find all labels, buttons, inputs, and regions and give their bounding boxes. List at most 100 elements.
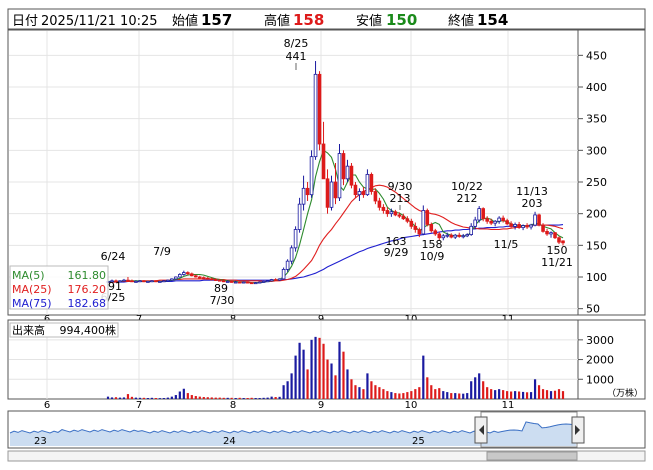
volume-bar bbox=[278, 396, 281, 399]
candle-body bbox=[285, 260, 290, 270]
ma5-value: 161.80 bbox=[68, 269, 107, 282]
candle-body bbox=[357, 191, 362, 196]
candle-body bbox=[166, 279, 170, 282]
candle-body bbox=[449, 234, 454, 238]
candle-body bbox=[198, 276, 202, 279]
price-tick-label: 50 bbox=[586, 303, 600, 316]
candle-body bbox=[397, 214, 402, 217]
candle-body bbox=[401, 215, 406, 220]
price-annotation: 441 bbox=[286, 50, 307, 63]
volume-bar bbox=[422, 355, 425, 399]
volume-bar bbox=[322, 343, 325, 399]
volume-bar bbox=[202, 397, 205, 399]
volume-month-tick-label: 11 bbox=[502, 400, 515, 411]
volume-bar bbox=[166, 397, 169, 399]
volume-bar bbox=[466, 393, 469, 399]
price-annotation: 10/9 bbox=[420, 250, 445, 263]
volume-bar bbox=[350, 379, 353, 399]
stock-chart: 日付 2025/11/21 10:25 始値 157 高値 158 安値 150… bbox=[7, 8, 646, 462]
candle-body bbox=[425, 210, 430, 225]
volume-bar bbox=[474, 377, 477, 399]
volume-bar bbox=[222, 397, 225, 399]
candle-body bbox=[150, 280, 154, 283]
header-high-label: 高値 bbox=[264, 13, 290, 29]
candle-body bbox=[537, 214, 541, 226]
candle-body bbox=[493, 220, 497, 224]
volume-bar bbox=[214, 397, 217, 399]
volume-bar bbox=[238, 397, 241, 399]
candle-body bbox=[293, 229, 298, 249]
volume-tick-label: 3000 bbox=[586, 334, 614, 347]
price-tick-label: 300 bbox=[586, 144, 607, 157]
volume-bar bbox=[402, 393, 405, 399]
candle-body bbox=[201, 277, 206, 280]
candle-body bbox=[329, 181, 334, 208]
volume-bar bbox=[186, 393, 189, 399]
ma25-value: 176.20 bbox=[68, 283, 107, 296]
volume-bar bbox=[541, 389, 545, 399]
volume-bar bbox=[306, 369, 309, 399]
candle-body bbox=[313, 73, 318, 158]
volume-bar bbox=[517, 391, 521, 399]
price-annotation: 203 bbox=[522, 197, 543, 210]
candle-body bbox=[405, 218, 410, 222]
header-close-label: 終値 bbox=[448, 13, 474, 29]
volume-bar bbox=[334, 375, 337, 399]
candle-body bbox=[481, 208, 485, 220]
volume-bar bbox=[502, 390, 505, 399]
candle-body bbox=[505, 220, 509, 225]
volume-bar bbox=[557, 389, 561, 399]
candle-body bbox=[190, 273, 194, 277]
candle-body bbox=[517, 224, 521, 229]
volume-bar bbox=[298, 342, 301, 399]
candle-body bbox=[421, 210, 426, 235]
price-tick-label: 100 bbox=[586, 271, 607, 284]
volume-bar bbox=[302, 349, 305, 399]
volume-bar bbox=[450, 393, 453, 399]
volume-bar bbox=[561, 391, 565, 399]
volume-bar bbox=[290, 373, 293, 399]
candle-body bbox=[465, 234, 470, 237]
volume-bar bbox=[533, 379, 537, 399]
volume-bar bbox=[170, 396, 173, 399]
volume-bar bbox=[182, 388, 185, 399]
volume-bar bbox=[386, 391, 389, 399]
candle-body bbox=[154, 280, 158, 283]
price-tick-label: 200 bbox=[586, 208, 607, 221]
candle-body bbox=[489, 220, 493, 224]
volume-bar bbox=[226, 397, 229, 399]
candle-body bbox=[265, 280, 270, 283]
candle-body bbox=[205, 277, 210, 280]
volume-bar bbox=[494, 390, 497, 399]
volume-bar bbox=[378, 387, 381, 399]
candle-body bbox=[249, 282, 254, 285]
candle-body bbox=[269, 279, 274, 282]
navigator-left-handle[interactable] bbox=[474, 416, 488, 444]
volume-bar bbox=[122, 397, 126, 399]
navigator-right-handle[interactable] bbox=[571, 416, 585, 444]
candle-body bbox=[281, 268, 286, 280]
scrollbar-thumb[interactable] bbox=[486, 451, 578, 461]
header-low-label: 安値 bbox=[356, 13, 382, 29]
candle-body bbox=[146, 281, 150, 283]
price-tick-label: 450 bbox=[586, 49, 607, 62]
header-open-value: 157 bbox=[201, 11, 232, 29]
volume-month-tick-label: 7 bbox=[136, 400, 142, 411]
volume-bar bbox=[254, 398, 257, 399]
candle-body bbox=[182, 272, 186, 275]
volume-bar bbox=[410, 391, 413, 399]
candle-body bbox=[381, 206, 386, 211]
candle-body bbox=[142, 280, 146, 283]
volume-bar bbox=[553, 390, 557, 399]
candle-body bbox=[417, 229, 422, 235]
volume-tick-label: 1000 bbox=[586, 373, 614, 386]
candle-body bbox=[521, 225, 525, 228]
candle-body bbox=[529, 224, 533, 228]
volume-bar bbox=[430, 385, 433, 399]
volume-bar bbox=[521, 391, 525, 399]
candle-body bbox=[469, 225, 473, 235]
candle-body bbox=[477, 208, 481, 221]
volume-bar bbox=[354, 385, 357, 399]
volume-bar bbox=[286, 381, 289, 399]
volume-bar bbox=[326, 359, 329, 399]
